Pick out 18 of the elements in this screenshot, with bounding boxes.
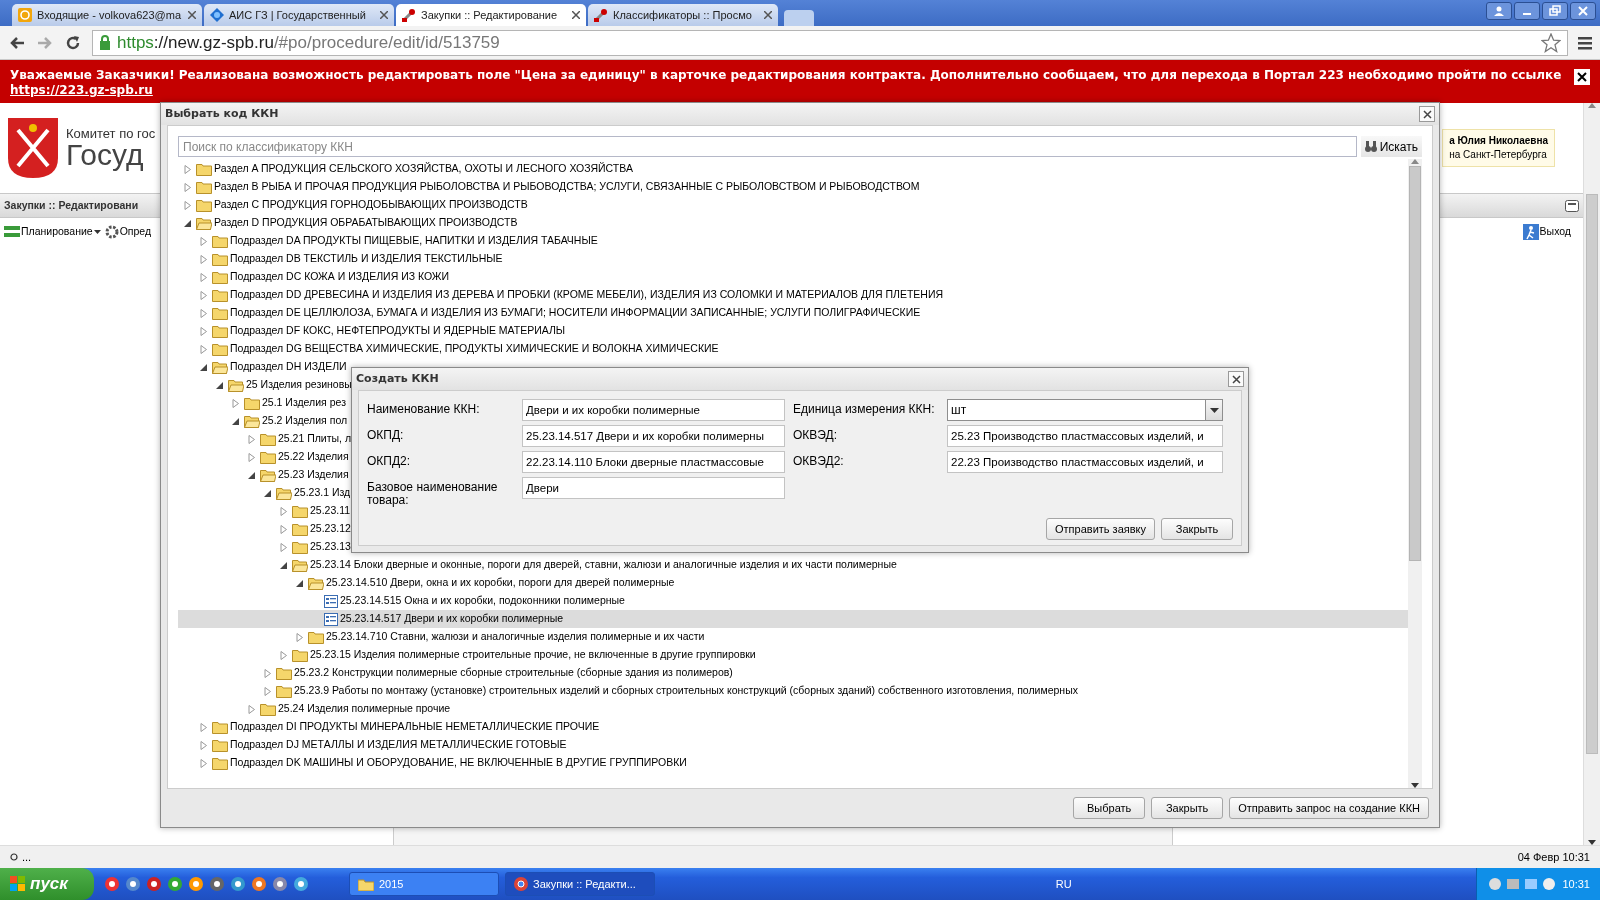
field-label: Единица измерения ККН: [793,401,936,416]
header-title: Госуд [66,139,144,170]
field-label: Базовое наименование товара: [367,479,499,507]
dialog-title: Создать ККН [356,370,439,387]
user-name: а Юлия Николаевна [1449,134,1548,148]
field-label: ОКВЭД: [793,427,838,442]
panel-title: Закупки :: Редактировани [4,197,139,213]
field-label: ОКВЭД2: [793,453,845,468]
user-organization: на Санкт-Петербурга [1449,148,1548,162]
field-label: Наименование ККН: [367,401,481,416]
field-label: ОКПД2: [367,453,412,468]
dialog-title: Выбрать код ККН [165,105,279,122]
banner-message: Уважаемые Заказчики! Реализована возможность редактировать поле "Цена за единицу" в карточке редактирования контракта. Дополнительно сообщаем, что для перехода в Портал 223 необходимо пройти по ссылке https://223.gz-spb.ru [10,68,1562,99]
status-date: 04 Февр 10:31 [1517,849,1590,865]
status-text: ... [22,849,32,865]
header-title: Комитет по гос [66,126,156,140]
clock-text: 10:31 [1562,876,1590,892]
field-label: ОКПД: [367,427,405,442]
